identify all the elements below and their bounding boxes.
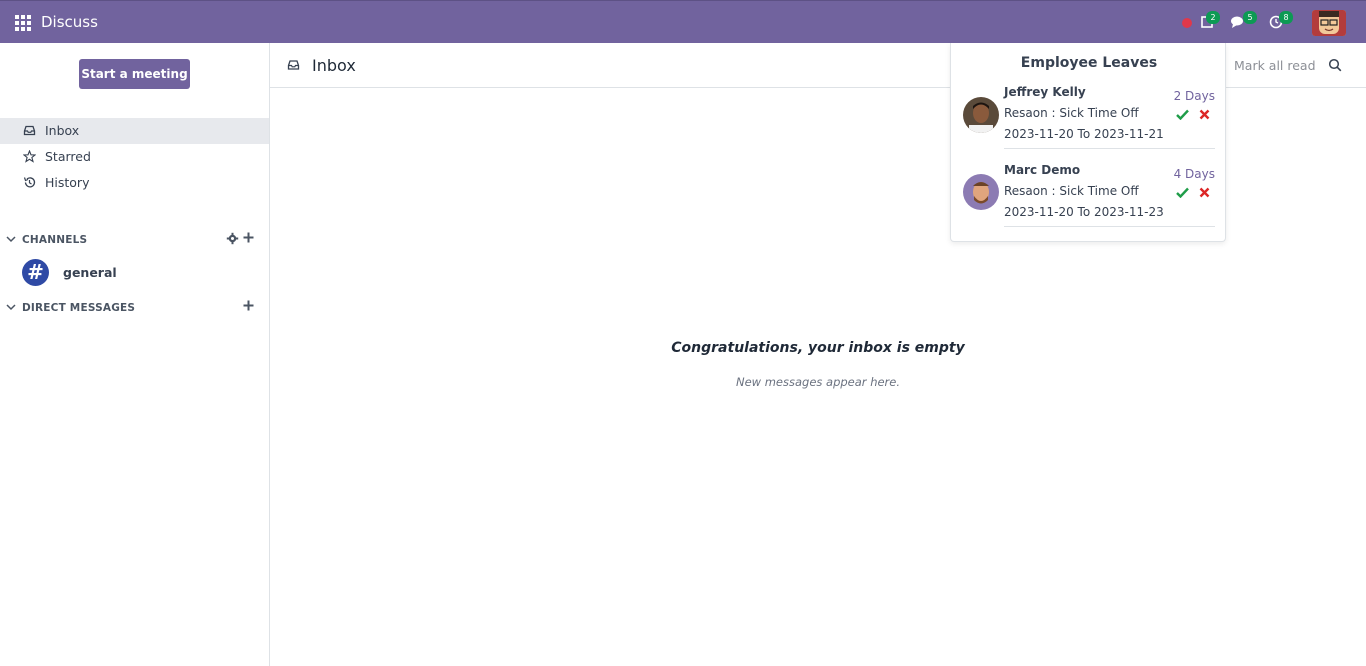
- channels-label: CHANNELS: [22, 234, 88, 246]
- leave-days: 2 Days: [1173, 89, 1215, 103]
- empty-inbox-subtitle: New messages appear here.: [735, 375, 901, 389]
- record-indicator-icon[interactable]: [1182, 18, 1192, 28]
- leave-days: 4 Days: [1173, 167, 1215, 181]
- clock-badge: 8: [1279, 11, 1293, 24]
- channel-hash-icon: #: [22, 259, 49, 286]
- chevron-down-icon[interactable]: [6, 234, 16, 244]
- employee-name: Jeffrey Kelly: [1004, 85, 1086, 99]
- add-direct-message-icon[interactable]: [242, 299, 255, 312]
- user-avatar[interactable]: [1312, 10, 1346, 36]
- leave-item: Marc Demo 4 Days Resaon : Sick Time Off …: [951, 163, 1227, 241]
- employee-leaves-popup: Employee Leaves Jeffrey Kelly 2 Days Res…: [950, 43, 1226, 242]
- popup-title: Employee Leaves: [1020, 55, 1158, 71]
- leave-reason: Resaon : Sick Time Off: [1004, 106, 1139, 120]
- divider: [1004, 148, 1215, 149]
- sidebar-item-label: Inbox: [45, 123, 80, 138]
- approve-check-icon[interactable]: [1176, 187, 1189, 198]
- activities-badge: 2: [1206, 11, 1220, 24]
- channels-section-header[interactable]: CHANNELS: [0, 230, 269, 250]
- divider: [1004, 226, 1215, 227]
- leave-reason: Resaon : Sick Time Off: [1004, 184, 1139, 198]
- leave-dates: 2023-11-20 To 2023-11-23: [1004, 205, 1164, 219]
- star-icon: [23, 150, 36, 163]
- history-icon: [23, 177, 36, 188]
- mark-all-read-button[interactable]: Mark all read: [1234, 58, 1316, 73]
- discuss-sidebar: Start a meeting Inbox Starred History CH…: [0, 43, 270, 666]
- leave-item: Jeffrey Kelly 2 Days Resaon : Sick Time …: [951, 85, 1227, 163]
- direct-messages-section-header[interactable]: DIRECT MESSAGES: [0, 298, 269, 318]
- page-title: Inbox: [312, 56, 356, 75]
- inbox-icon: [23, 125, 36, 136]
- refuse-x-icon[interactable]: [1199, 187, 1210, 198]
- sidebar-item-history[interactable]: History: [0, 170, 269, 196]
- leave-dates: 2023-11-20 To 2023-11-21: [1004, 127, 1164, 141]
- top-navbar: Discuss 2 5 8: [0, 0, 1366, 43]
- employee-name: Marc Demo: [1004, 163, 1081, 177]
- start-meeting-button[interactable]: Start a meeting: [79, 59, 190, 89]
- employee-avatar: [963, 97, 999, 133]
- direct-messages-label: DIRECT MESSAGES: [22, 302, 136, 314]
- search-icon[interactable]: [1328, 58, 1342, 72]
- apps-menu-icon[interactable]: [15, 15, 31, 31]
- add-channel-icon[interactable]: [242, 231, 255, 244]
- inbox-icon: [287, 60, 300, 70]
- gear-icon[interactable]: [226, 232, 239, 245]
- empty-inbox-title: Congratulations, your inbox is empty: [671, 340, 965, 356]
- refuse-x-icon[interactable]: [1199, 109, 1210, 120]
- sidebar-item-label: History: [45, 175, 90, 190]
- messages-badge: 5: [1243, 11, 1257, 24]
- approve-check-icon[interactable]: [1176, 109, 1189, 120]
- sidebar-item-starred[interactable]: Starred: [0, 144, 269, 170]
- employee-avatar: [963, 174, 999, 210]
- channel-name: general: [63, 265, 117, 280]
- sidebar-item-label: Starred: [45, 149, 91, 164]
- chevron-down-icon[interactable]: [6, 302, 16, 312]
- sidebar-item-inbox[interactable]: Inbox: [0, 118, 269, 144]
- channel-item-general[interactable]: # general: [0, 259, 269, 289]
- app-title[interactable]: Discuss: [41, 13, 98, 31]
